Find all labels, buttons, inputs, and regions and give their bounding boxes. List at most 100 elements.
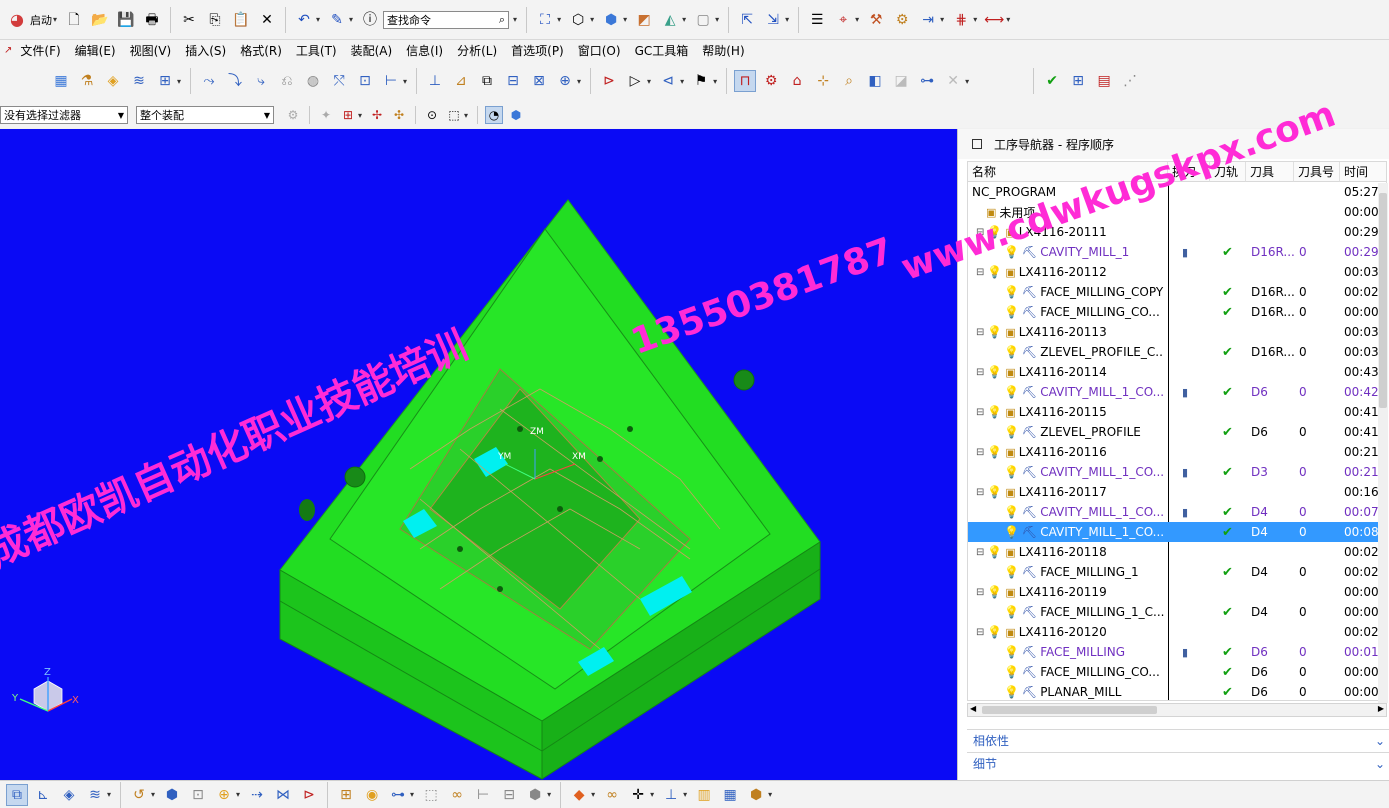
collapse-icon[interactable]: ⊟ [976, 587, 984, 598]
collapse-icon[interactable]: ⊟ [976, 547, 984, 558]
mirror-icon[interactable]: ⋈ [272, 784, 294, 806]
tree-name-cell[interactable]: 💡 ⛏ PLANAR_MILL [1004, 682, 1164, 700]
pattern-icon[interactable]: ⊡ [187, 784, 209, 806]
column-header-time[interactable]: 时间 [1340, 162, 1386, 182]
search-dropdown-icon[interactable]: ▾ [513, 15, 517, 24]
tree-name-cell[interactable]: 💡 ⛏ FACE_MILLING [1004, 642, 1164, 662]
delete-icon[interactable]: ✕ [256, 9, 278, 31]
tree-row[interactable]: 💡 ⛏ FACE_MILLING_1_C... ✔ D4 0 00:00 [968, 602, 1386, 622]
tree-row[interactable]: ⊟ 💡 ▣ LX4116-20116 00:21 [968, 442, 1386, 462]
explode-icon[interactable]: ⊳ [298, 784, 320, 806]
assembly-icon[interactable]: ⇲ [762, 9, 784, 31]
tree-row[interactable]: 💡 ⛏ FACE_MILLING ▮ ✔ D6 0 00:01 [968, 642, 1386, 662]
undo-dropdown-icon[interactable]: ▾ [316, 15, 320, 24]
cut-icon[interactable]: ✂ [178, 9, 200, 31]
menu-assemblies[interactable]: 装配(A) [351, 42, 393, 59]
flag-dropdown-icon[interactable]: ▾ [713, 77, 717, 86]
tree-name-cell[interactable]: 💡 ⛏ FACE_MILLING_COPY [1004, 282, 1164, 302]
menu-analysis[interactable]: 分析(L) [457, 42, 497, 59]
chevron-down-icon[interactable]: ▼ [264, 111, 270, 120]
open-folder-icon[interactable]: 📂 [89, 9, 111, 31]
tree-name-cell[interactable]: ⊟ 💡 ▣ LX4116-20112 [976, 262, 1164, 282]
details-panel-header[interactable]: 细节 ⌄ [967, 752, 1389, 774]
grid-snap-icon[interactable]: ⋕ [950, 9, 972, 31]
tree-name-cell[interactable]: ⊟ 💡 ▣ LX4116-20119 [976, 582, 1164, 602]
point-snap-icon[interactable]: ✦ [317, 106, 335, 124]
book-icon[interactable]: ▥ [693, 784, 715, 806]
layers-icon[interactable]: ☰ [806, 9, 828, 31]
add-component-icon[interactable]: ⊕ [213, 784, 235, 806]
save-icon[interactable]: 💾 [115, 9, 137, 31]
package-icon[interactable]: ⬢ [745, 784, 767, 806]
measure-icon[interactable]: ⚒ [865, 9, 887, 31]
tree-name-cell[interactable]: 💡 ⛏ CAVITY_MILL_1_CO... [1004, 522, 1164, 542]
grid-table-icon[interactable]: ▤ [1093, 70, 1115, 92]
tree-name-cell[interactable]: ⊟ 💡 ▣ LX4116-20113 [976, 322, 1164, 342]
menu-tools[interactable]: 工具(T) [296, 42, 337, 59]
scroll-right-icon[interactable]: ▶ [1378, 704, 1384, 713]
vertical-scrollbar[interactable] [1378, 183, 1388, 703]
toolpath-dropdown-icon[interactable]: ▾ [647, 77, 651, 86]
crosshair-icon[interactable]: ✛ [627, 784, 649, 806]
background-dropdown-icon[interactable]: ▾ [715, 15, 719, 24]
tree-name-cell[interactable]: 💡 ⛏ ZLEVEL_PROFILE_C... [1004, 342, 1164, 362]
dependencies-panel-header[interactable]: 相依性 ⌄ [967, 729, 1389, 751]
wave-link-icon[interactable]: ↺ [128, 784, 150, 806]
display-dropdown-icon[interactable]: ▾ [577, 77, 581, 86]
grid-dropdown-icon[interactable]: ▾ [973, 15, 977, 24]
tool-flag-icon[interactable]: ⚑ [690, 70, 712, 92]
misc-icon[interactable]: ⋰ [1119, 70, 1141, 92]
menu-arrow-icon[interactable]: ↗ [4, 45, 12, 56]
render-icon[interactable]: ◆ [568, 784, 590, 806]
collapse-icon[interactable]: ⊟ [976, 327, 984, 338]
cancel-dropdown-icon[interactable]: ▾ [965, 77, 969, 86]
collapse-icon[interactable]: ⊟ [976, 227, 984, 238]
tree-name-cell[interactable]: 💡 ⛏ FACE_MILLING_1_C... [1004, 602, 1164, 622]
column-header-toolpath[interactable]: 刀轨 [1210, 162, 1246, 182]
menu-edit[interactable]: 编辑(E) [75, 42, 116, 59]
tree-name-cell[interactable]: 💡 ⛏ FACE_MILLING_1 [1004, 562, 1164, 582]
chevron-down-icon[interactable]: ▼ [118, 111, 124, 120]
print-icon[interactable]: 🖶 [141, 9, 163, 31]
tree-row[interactable]: NC_PROGRAM 05:27 [968, 182, 1386, 202]
create-geometry-icon[interactable]: ◈ [102, 70, 124, 92]
postprocess-icon[interactable]: ⤲ [328, 70, 350, 92]
display-object-icon[interactable]: ⊕ [554, 70, 576, 92]
tree-row[interactable]: 💡 ⛏ CAVITY_MILL_1_CO... ▮ ✔ D3 0 00:21 [968, 462, 1386, 482]
mirror-assembly-icon[interactable]: ⬢ [161, 784, 183, 806]
tree-name-cell[interactable]: ⊟ 💡 ▣ LX4116-20120 [976, 622, 1164, 642]
datum-icon[interactable]: ⊥ [660, 784, 682, 806]
menu-help[interactable]: 帮助(H) [702, 42, 744, 59]
command-finder-icon[interactable]: ⓘ [359, 9, 381, 31]
move-icon[interactable]: ⇢ [246, 784, 268, 806]
tree-row[interactable]: 💡 ⛏ FACE_MILLING_1 ✔ D4 0 00:02 [968, 562, 1386, 582]
column-header-tool-change[interactable]: 换刀 [1168, 162, 1210, 182]
fit-dropdown-icon[interactable]: ▾ [557, 15, 561, 24]
sequence-dropdown-icon[interactable]: ▾ [410, 790, 414, 799]
replay-toolpath-icon[interactable]: ⤵ [224, 70, 246, 92]
archive-icon[interactable]: ▦ [719, 784, 741, 806]
intersection-icon[interactable]: ✢ [368, 106, 386, 124]
tree-name-cell[interactable]: ⊟ 💡 ▣ LX4116-20117 [976, 482, 1164, 502]
menu-format[interactable]: 格式(R) [240, 42, 282, 59]
navigator-window-icon[interactable] [972, 139, 982, 149]
tree-name-cell[interactable]: 💡 ⛏ CAVITY_MILL_1_CO... [1004, 462, 1164, 482]
search-icon[interactable]: ⌕ [499, 13, 505, 27]
repeat-dropdown-icon[interactable]: ▾ [349, 15, 353, 24]
add-dropdown-icon[interactable]: ▾ [236, 790, 240, 799]
component-icon[interactable]: ◈ [58, 784, 80, 806]
wave-dropdown-icon[interactable]: ▾ [151, 790, 155, 799]
tree-row[interactable]: ⊟ 💡 ▣ LX4116-20114 00:43 [968, 362, 1386, 382]
block-icon[interactable]: ⬚ [420, 784, 442, 806]
paste-icon[interactable]: 📋 [230, 9, 252, 31]
tree-row[interactable]: 💡 ⛏ ZLEVEL_PROFILE_C... ✔ D16R... 0 00:03 [968, 342, 1386, 362]
menu-file[interactable]: 文件(F) [20, 42, 60, 59]
tree-row[interactable]: ⊟ 💡 ▣ LX4116-20115 00:41 [968, 402, 1386, 422]
create-operation-icon[interactable]: ⊞ [154, 70, 176, 92]
collapse-icon[interactable]: ⊟ [976, 487, 984, 498]
show-hide-icon[interactable]: ◔ [485, 106, 504, 124]
wave-icon[interactable]: ⊶ [916, 70, 938, 92]
undo-icon[interactable]: ↶ [293, 9, 315, 31]
start-button-label[interactable]: 启动 [30, 12, 52, 28]
interference-icon[interactable]: ◉ [361, 784, 383, 806]
